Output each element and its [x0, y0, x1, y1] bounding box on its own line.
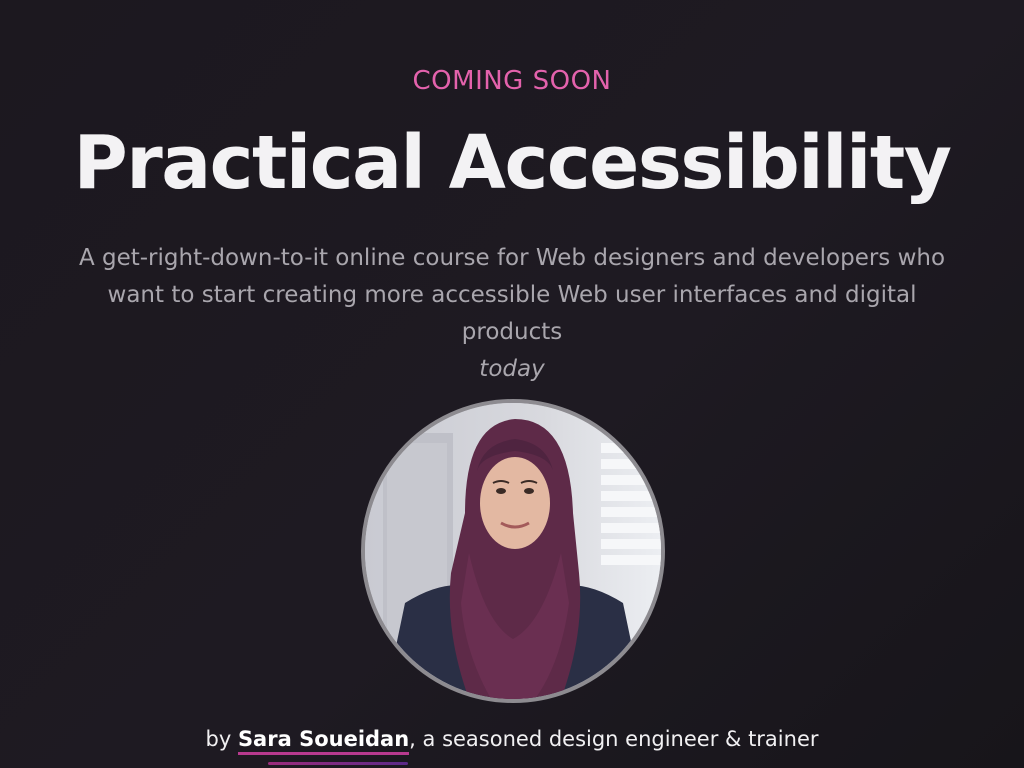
author-photo: [365, 403, 661, 699]
course-description-text: A get-right-down-to-it online course for…: [78, 245, 946, 345]
course-description: A get-right-down-to-it online course for…: [70, 240, 954, 388]
byline-prefix: by: [205, 727, 238, 751]
author-byline: by Sara Soueidan, a seasoned design engi…: [0, 727, 1024, 755]
author-link[interactable]: Sara Soueidan: [237, 727, 410, 755]
coming-soon-label: COMING SOON: [412, 66, 612, 96]
byline-continuation: [268, 760, 728, 768]
page-title: Practical Accessibility: [73, 120, 952, 206]
course-description-emphasis: today: [479, 356, 545, 382]
byline-suffix: , a seasoned design engineer & trainer: [409, 727, 819, 751]
hero-section: COMING SOON Practical Accessibility A ge…: [0, 0, 1024, 768]
link-underline: [268, 762, 408, 765]
author-portrait: [361, 399, 665, 703]
